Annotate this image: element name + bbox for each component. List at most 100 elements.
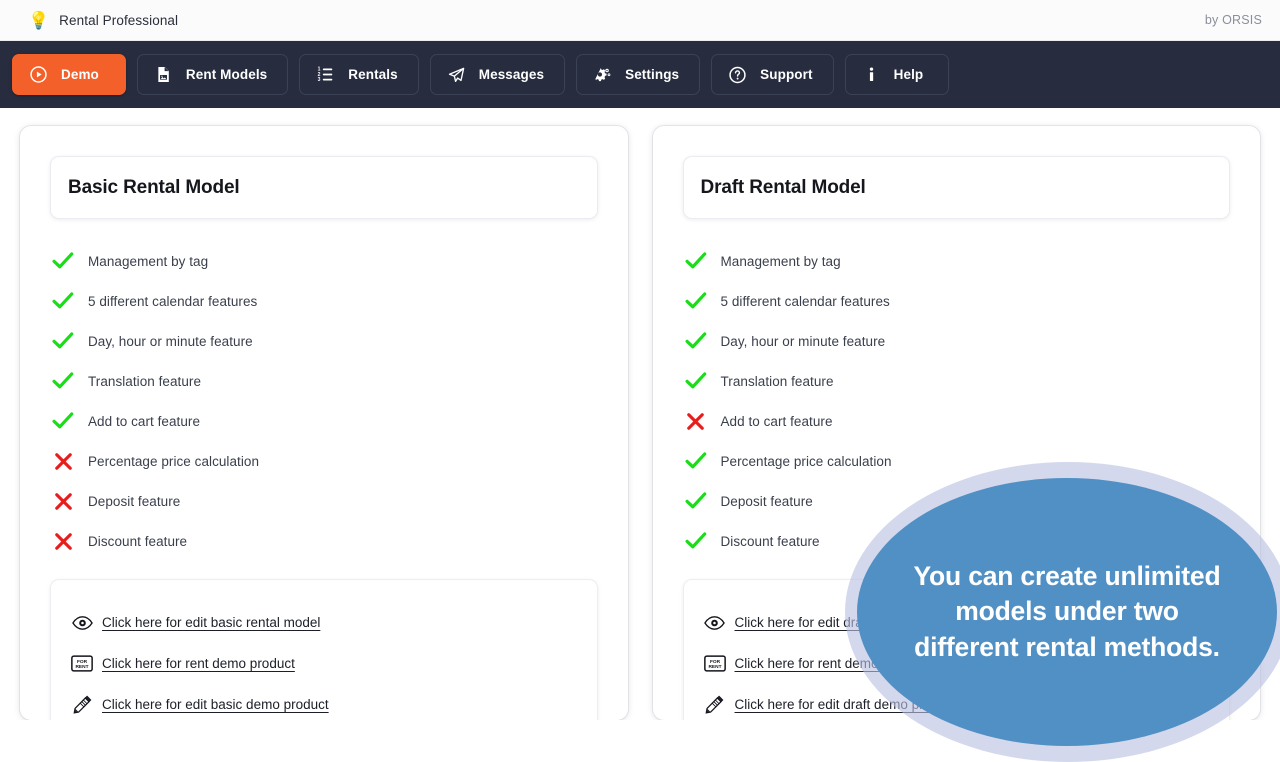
nav-item-demo[interactable]: Demo (12, 54, 126, 95)
feature-item: Deposit feature (52, 481, 598, 521)
gears-icon (593, 65, 612, 84)
action-link[interactable]: Click here for edit basic rental model (71, 602, 577, 643)
feature-label: Percentage price calculation (721, 454, 892, 469)
nav-item-label: Demo (61, 67, 99, 82)
check-icon (685, 491, 707, 511)
feature-item: Discount feature (685, 521, 1231, 561)
feature-item: 5 different calendar features (685, 281, 1231, 321)
document-image-icon (154, 65, 173, 84)
feature-list: Management by tag 5 different calendar fe… (683, 241, 1231, 561)
feature-label: Management by tag (721, 254, 841, 269)
svg-text:3: 3 (318, 77, 321, 83)
numbered-list-icon: 123 (316, 65, 335, 84)
feature-item: Day, hour or minute feature (685, 321, 1231, 361)
action-link-label: Click here for edit draft rental model (735, 615, 949, 630)
feature-label: Deposit feature (721, 494, 813, 509)
nav-item-settings[interactable]: Settings (576, 54, 700, 95)
feature-label: Discount feature (721, 534, 820, 549)
question-circle-icon (728, 65, 747, 84)
action-link-label: Click here for edit basic demo product (102, 697, 329, 712)
feature-list: Management by tag 5 different calendar fe… (50, 241, 598, 561)
rental-model-card: Basic Rental Model Management by tag 5 dif… (20, 126, 628, 720)
feature-item: 5 different calendar features (52, 281, 598, 321)
feature-item: Percentage price calculation (52, 441, 598, 481)
nav-item-rentals[interactable]: 123Rentals (299, 54, 418, 95)
check-icon (685, 531, 707, 551)
model-title-box: Basic Rental Model (50, 156, 598, 219)
pencil-icon (71, 694, 93, 715)
feature-label: 5 different calendar features (721, 294, 890, 309)
action-link[interactable]: FORRENT Click here for rent demo product (71, 643, 577, 684)
svg-text:FOR: FOR (709, 659, 720, 665)
action-links-panel: Click here for edit draft rental model FO… (683, 579, 1231, 720)
check-icon (52, 331, 74, 351)
for-rent-icon: FORRENT (71, 655, 93, 672)
nav-item-support[interactable]: Support (711, 54, 833, 95)
lightbulb-icon: 💡 (28, 12, 49, 29)
feature-label: Day, hour or minute feature (721, 334, 886, 349)
action-link-label: Click here for edit basic rental model (102, 615, 320, 630)
feature-label: 5 different calendar features (88, 294, 257, 309)
nav-item-rent-models[interactable]: Rent Models (137, 54, 288, 95)
feature-label: Deposit feature (88, 494, 180, 509)
feature-label: Add to cart feature (721, 414, 833, 429)
pencil-icon (704, 694, 726, 715)
brand-name: Rental Professional (59, 13, 178, 28)
check-icon (52, 291, 74, 311)
action-link[interactable]: Click here for edit basic demo product (71, 684, 577, 720)
cross-icon (685, 412, 707, 431)
nav-item-label: Settings (625, 67, 679, 82)
feature-item: Add to cart feature (685, 401, 1231, 441)
feature-item: Deposit feature (685, 481, 1231, 521)
nav-item-label: Rent Models (186, 67, 267, 82)
rental-model-card: Draft Rental Model Management by tag 5 dif… (653, 126, 1261, 720)
feature-label: Day, hour or minute feature (88, 334, 253, 349)
feature-label: Translation feature (721, 374, 834, 389)
play-circle-icon (29, 65, 48, 84)
nav-item-label: Support (760, 67, 812, 82)
eye-icon (71, 615, 93, 631)
check-icon (52, 251, 74, 271)
action-link[interactable]: Click here for edit draft demo product (704, 684, 1210, 720)
feature-label: Management by tag (88, 254, 208, 269)
cross-icon (52, 452, 74, 471)
feature-item: Translation feature (685, 361, 1231, 401)
check-icon (685, 451, 707, 471)
nav-item-help[interactable]: Help (845, 54, 949, 95)
byline: by ORSIS (1205, 13, 1262, 27)
nav-item-label: Messages (479, 67, 544, 82)
feature-label: Discount feature (88, 534, 187, 549)
model-title-box: Draft Rental Model (683, 156, 1231, 219)
feature-item: Management by tag (52, 241, 598, 281)
feature-item: Add to cart feature (52, 401, 598, 441)
action-link[interactable]: Click here for edit draft rental model (704, 602, 1210, 643)
action-link-label: Click here for rent demo product (735, 656, 928, 671)
brand: 💡 Rental Professional (28, 12, 178, 29)
action-link-label: Click here for edit draft demo product (735, 697, 957, 712)
action-link[interactable]: FORRENT Click here for rent demo product (704, 643, 1210, 684)
page-content: Basic Rental Model Management by tag 5 dif… (0, 108, 1280, 720)
paper-plane-icon (447, 65, 466, 84)
feature-item: Day, hour or minute feature (52, 321, 598, 361)
action-link-label: Click here for rent demo product (102, 656, 295, 671)
check-icon (685, 371, 707, 391)
svg-text:FOR: FOR (77, 659, 88, 665)
eye-icon (704, 615, 726, 631)
feature-item: Translation feature (52, 361, 598, 401)
feature-label: Percentage price calculation (88, 454, 259, 469)
action-links-panel: Click here for edit basic rental model FO… (50, 579, 598, 720)
nav-item-messages[interactable]: Messages (430, 54, 565, 95)
check-icon (52, 371, 74, 391)
svg-text:RENT: RENT (75, 664, 88, 670)
check-icon (685, 291, 707, 311)
check-icon (52, 411, 74, 431)
feature-label: Add to cart feature (88, 414, 200, 429)
model-title: Basic Rental Model (68, 177, 240, 199)
cross-icon (52, 532, 74, 551)
feature-item: Management by tag (685, 241, 1231, 281)
model-title: Draft Rental Model (701, 177, 866, 199)
feature-item: Percentage price calculation (685, 441, 1231, 481)
for-rent-icon: FORRENT (704, 655, 726, 672)
check-icon (685, 331, 707, 351)
cross-icon (52, 492, 74, 511)
